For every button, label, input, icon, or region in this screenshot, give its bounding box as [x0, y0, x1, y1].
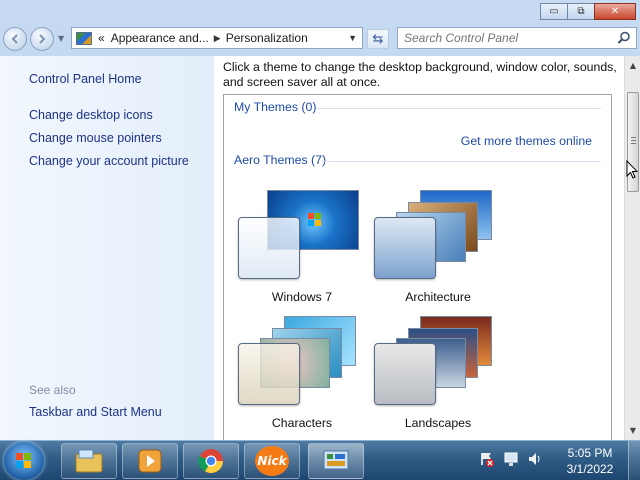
theme-characters[interactable]: Characters: [234, 316, 370, 434]
address-dropdown-icon[interactable]: ▼: [348, 33, 357, 43]
close-button[interactable]: ✕: [594, 3, 636, 20]
minimize-button[interactable]: ▭: [540, 3, 568, 20]
color-swatch: [238, 217, 300, 279]
theme-architecture[interactable]: Architecture: [370, 190, 506, 308]
theme-label: Windows 7: [271, 290, 333, 304]
theme-label: Characters: [271, 416, 333, 430]
overflow-chevron[interactable]: «: [98, 31, 105, 45]
media-player-icon: [138, 449, 162, 473]
color-swatch: [238, 343, 300, 405]
aero-themes-header: Aero Themes (7): [234, 153, 327, 167]
divider: [316, 108, 601, 109]
vertical-scrollbar[interactable]: ▲ ▼: [624, 56, 640, 440]
search-icon[interactable]: [617, 31, 631, 45]
theme-label: Landscapes: [404, 416, 472, 430]
color-swatch: [374, 217, 436, 279]
task-pane: Control Panel Home Change desktop icons …: [0, 56, 214, 440]
grip-line: [631, 143, 636, 144]
main-content: Click a theme to change the desktop back…: [214, 56, 624, 444]
intro-text: Click a theme to change the desktop back…: [223, 60, 617, 89]
theme-list[interactable]: My Themes (0) Get more themes online Aer…: [223, 94, 612, 444]
mouse-pointer-icon: [626, 160, 638, 179]
change-account-picture-link[interactable]: Change your account picture: [29, 154, 189, 168]
change-mouse-pointers-link[interactable]: Change mouse pointers: [29, 131, 162, 145]
network-icon[interactable]: [502, 450, 520, 468]
navigation-bar: ▼ « Appearance and... ▶ Personalization …: [0, 24, 640, 54]
clock-date: 3/1/2022: [566, 462, 614, 476]
caption-buttons: ▭ ⧉ ✕: [540, 3, 636, 20]
scroll-down-button[interactable]: ▼: [626, 422, 640, 438]
taskbar-start-menu-link[interactable]: Taskbar and Start Menu: [29, 405, 162, 419]
back-button[interactable]: [3, 27, 27, 51]
clock[interactable]: 5:05 PM 3/1/2022: [560, 445, 620, 477]
volume-icon[interactable]: [526, 450, 544, 468]
recent-pages-chevron-icon[interactable]: ▼: [58, 34, 64, 43]
taskbar-chrome[interactable]: [183, 443, 239, 479]
action-center-icon[interactable]: [478, 450, 496, 468]
taskbar-nick[interactable]: Nick: [244, 443, 300, 479]
theme-landscapes[interactable]: Landscapes: [370, 316, 506, 434]
windows-explorer-icon: [75, 449, 103, 473]
breadcrumb-separator-icon[interactable]: ▶: [214, 33, 221, 44]
control-panel-home-link[interactable]: Control Panel Home: [29, 72, 142, 86]
theme-windows-7[interactable]: Windows 7: [234, 190, 370, 308]
back-arrow-icon: [11, 34, 18, 44]
my-themes-header: My Themes (0): [234, 100, 317, 114]
scroll-up-button[interactable]: ▲: [626, 57, 640, 73]
breadcrumb-personalization[interactable]: Personalization: [226, 31, 308, 45]
control-panel-window: ▭ ⧉ ✕ ▼ « Appearance and... ▶ Personaliz…: [0, 0, 640, 444]
theme-label: Architecture: [405, 290, 471, 304]
start-button[interactable]: [4, 442, 44, 480]
change-desktop-icons-link[interactable]: Change desktop icons: [29, 108, 153, 122]
refresh-icon: ⇆: [372, 31, 384, 47]
grip-line: [631, 137, 636, 138]
windows-logo-icon: [16, 453, 31, 468]
grip-line: [631, 140, 636, 141]
taskbar-explorer[interactable]: [61, 443, 117, 479]
forward-arrow-icon: [39, 34, 46, 44]
address-bar[interactable]: « Appearance and... ▶ Personalization ▼: [71, 27, 363, 49]
divider: [322, 161, 601, 162]
color-swatch: [374, 343, 436, 405]
taskbar-control-panel[interactable]: [308, 443, 364, 479]
control-panel-icon: [76, 31, 92, 45]
show-desktop-button[interactable]: [628, 441, 640, 480]
search-box[interactable]: [397, 27, 637, 49]
system-tray: [478, 450, 544, 468]
taskbar: Nick 5:05 PM 3/1/2022: [0, 440, 640, 480]
see-also-header: See also: [29, 383, 76, 397]
nick-icon: Nick: [255, 446, 289, 476]
refresh-button[interactable]: ⇆: [367, 29, 389, 49]
get-more-themes-link[interactable]: Get more themes online: [461, 134, 592, 148]
chrome-icon: [198, 449, 223, 474]
maximize-button[interactable]: ⧉: [567, 3, 595, 20]
taskbar-media-player[interactable]: [122, 443, 178, 479]
forward-button[interactable]: [30, 27, 54, 51]
control-panel-icon: [323, 450, 349, 470]
clock-time: 5:05 PM: [567, 446, 613, 460]
search-input[interactable]: [404, 29, 616, 47]
breadcrumb-appearance[interactable]: Appearance and...: [111, 31, 209, 45]
